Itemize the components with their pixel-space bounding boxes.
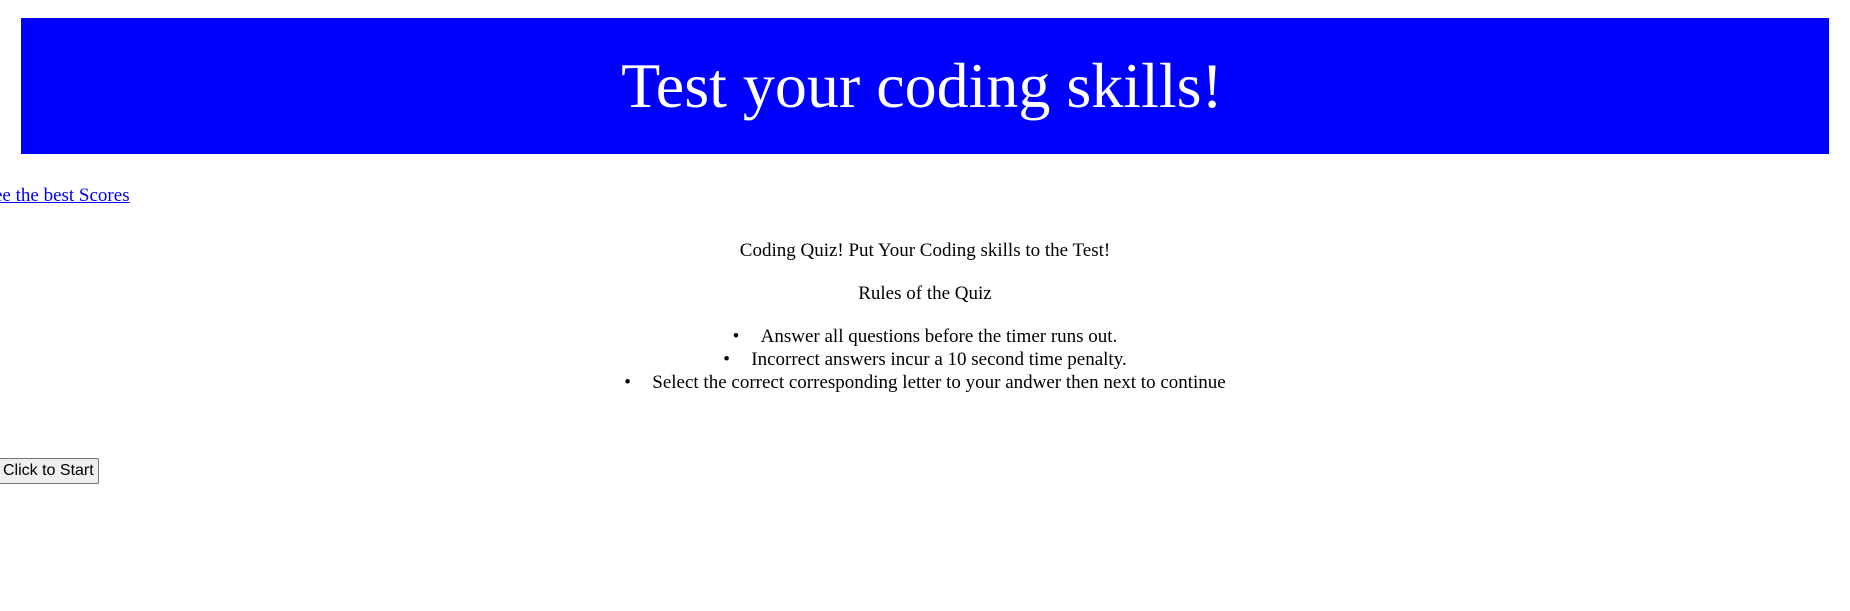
high-scores-link[interactable]: ee the best Scores [0,185,130,207]
rule-item: • Incorrect answers incur a 10 second tim… [0,348,1850,371]
bullet-icon: • [624,372,631,393]
rules-heading: Rules of the Quiz [858,283,992,304]
bullet-icon: • [732,326,740,347]
start-quiz-button[interactable]: Click to Start [0,458,99,484]
header-banner: Test your coding skills! [21,18,1829,154]
rule-item: • Answer all questions before the timer r… [0,325,1850,348]
page-title: Test your coding skills! [621,50,1223,121]
rules-list: • Answer all questions before the timer r… [0,325,1850,394]
bullet-icon: • [723,349,730,370]
rule-text: Select the correct corresponding letter … [652,372,1226,393]
rule-text: Incorrect answers incur a 10 second time… [751,349,1127,370]
quiz-intro-title: Coding Quiz! Put Your Coding skills to t… [739,240,1111,261]
rule-item: • Select the correct corresponding letter… [0,371,1850,394]
rule-text: Answer all questions before the timer ru… [760,326,1118,347]
